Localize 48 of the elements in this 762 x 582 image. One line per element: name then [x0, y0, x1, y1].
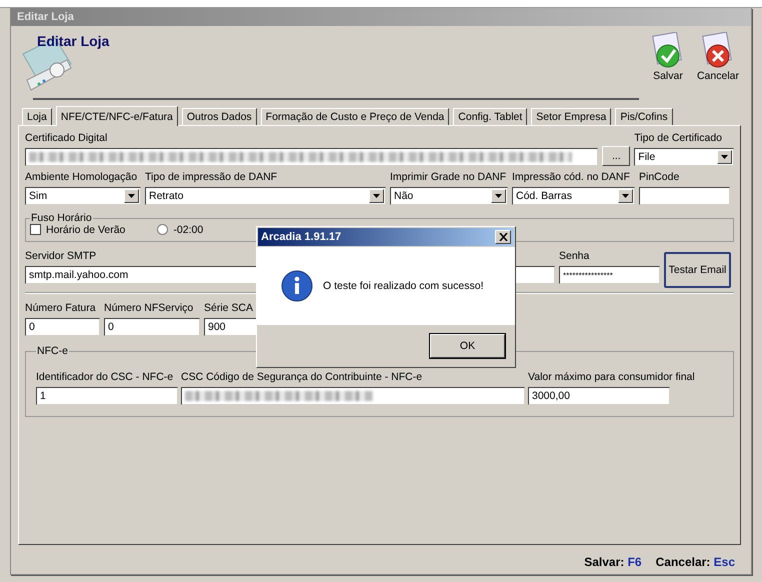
field-label: Ambiente Homologação [25, 171, 138, 184]
dialog-message: O teste foi realizado com sucesso! [323, 280, 484, 292]
field-label: Valor máximo para consumidor final [528, 371, 695, 384]
toolbar-button[interactable]: Salvar [646, 32, 689, 82]
tab[interactable]: Pis/Cofins [615, 108, 673, 125]
info-icon [281, 270, 313, 302]
tab[interactable]: Setor Empresa [531, 108, 612, 125]
field-label: Número Fatura [25, 302, 96, 315]
test-email-button[interactable]: Testar Email [664, 252, 731, 288]
group-title: NFC-e [36, 345, 69, 357]
browse-button[interactable]: ... [602, 146, 630, 166]
select-field[interactable]: Cód. Barras [512, 187, 635, 205]
dialog-title: Arcadia 1.91.17 [261, 231, 342, 243]
text-field[interactable] [181, 387, 525, 405]
tab[interactable]: Loja [22, 108, 52, 125]
field-label: Número NFServiço [104, 302, 194, 315]
field-label: Imprimir Grade no DANF [390, 171, 506, 184]
text-field[interactable]: 3000,00 [528, 387, 670, 405]
header-title: Editar Loja [37, 33, 110, 49]
tab[interactable]: Formação de Custo e Preço de Venda [260, 108, 450, 125]
select-field[interactable]: Não [390, 187, 508, 205]
field-label: Tipo de impressão de DANF [145, 171, 278, 184]
group-title: Fuso Horário [30, 212, 93, 224]
select-field[interactable]: Retrato [145, 187, 386, 205]
toolbar-button[interactable]: Cancelar [694, 32, 741, 82]
window-title: Editar Loja [17, 11, 74, 23]
field-label: Senha [559, 250, 590, 263]
field-label: Tipo de Certificado [634, 132, 722, 145]
field-label: PinCode [639, 171, 680, 184]
tab[interactable]: Config. Tablet [453, 108, 528, 125]
field-label: CSC Código de Segurança do Contribuinte - NFC-e [181, 371, 422, 384]
field-label: Servidor SMTP [25, 250, 96, 263]
ok-button[interactable]: OK [430, 334, 505, 358]
tab[interactable]: NFE/CTE/NFC-e/Fatura [56, 106, 178, 126]
field-label: Impressão cód. no DANF [512, 171, 630, 184]
tab[interactable]: Outros Dados [182, 108, 257, 125]
radio-button[interactable]: -02:00 [157, 224, 204, 235]
text-field[interactable] [639, 187, 730, 205]
close-button[interactable] [495, 230, 511, 244]
close-icon [498, 233, 508, 241]
select-field[interactable]: Sim [25, 187, 141, 205]
shortcut-hint: Salvar: F6 [584, 555, 642, 569]
field-label: Identificador do CSC - NFC-e [36, 371, 174, 384]
shortcut-hint: Cancelar: Esc [656, 555, 735, 569]
field-label: Série SCA [204, 302, 254, 315]
text-field[interactable]: 1 [36, 387, 178, 405]
field-label: Certificado Digital [25, 132, 108, 145]
checkbox[interactable]: Horário de Verão [30, 224, 126, 235]
